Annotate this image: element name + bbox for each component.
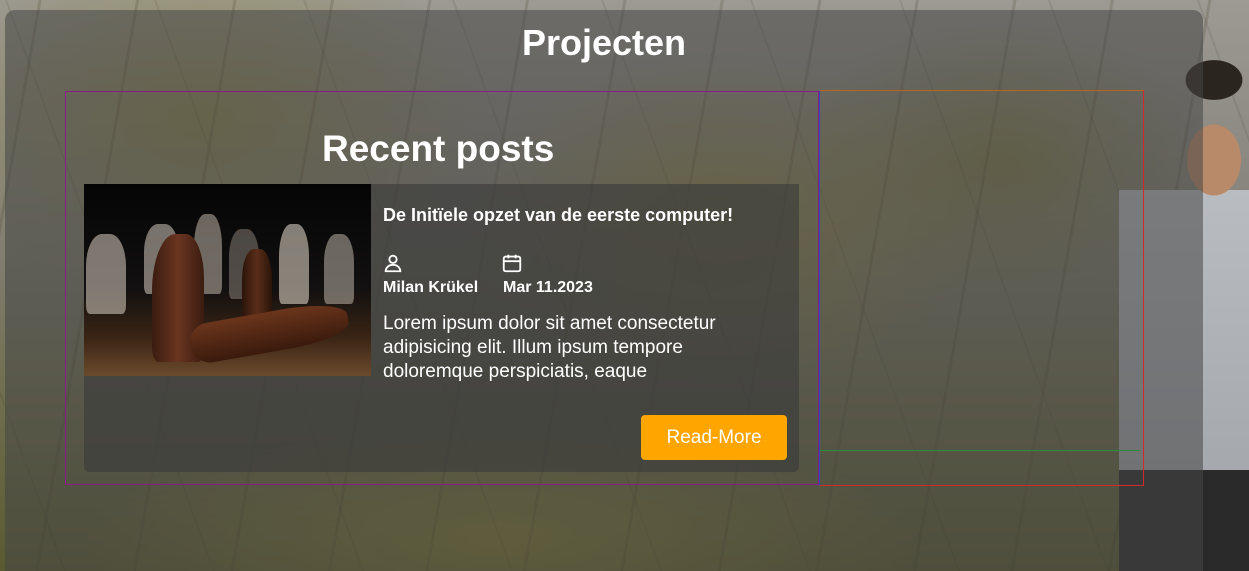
post-date: Mar 11.2023 — [503, 279, 593, 296]
page-title: Projecten — [521, 22, 687, 63]
sidebar-inner-divider — [820, 450, 1140, 451]
recent-posts-heading: Recent posts — [322, 128, 555, 169]
post-title[interactable]: De Initïele opzet van de eerste computer… — [383, 205, 733, 226]
calendar-icon — [502, 254, 522, 273]
post-thumbnail-image[interactable] — [84, 184, 371, 376]
user-icon — [384, 254, 402, 273]
post-author: Milan Krükel — [383, 279, 479, 296]
post-excerpt: Lorem ipsum dolor sit amet consectetur a… — [383, 313, 716, 382]
sidebar-column-outline — [819, 90, 1144, 486]
read-more-button[interactable]: Read-More — [641, 415, 787, 460]
